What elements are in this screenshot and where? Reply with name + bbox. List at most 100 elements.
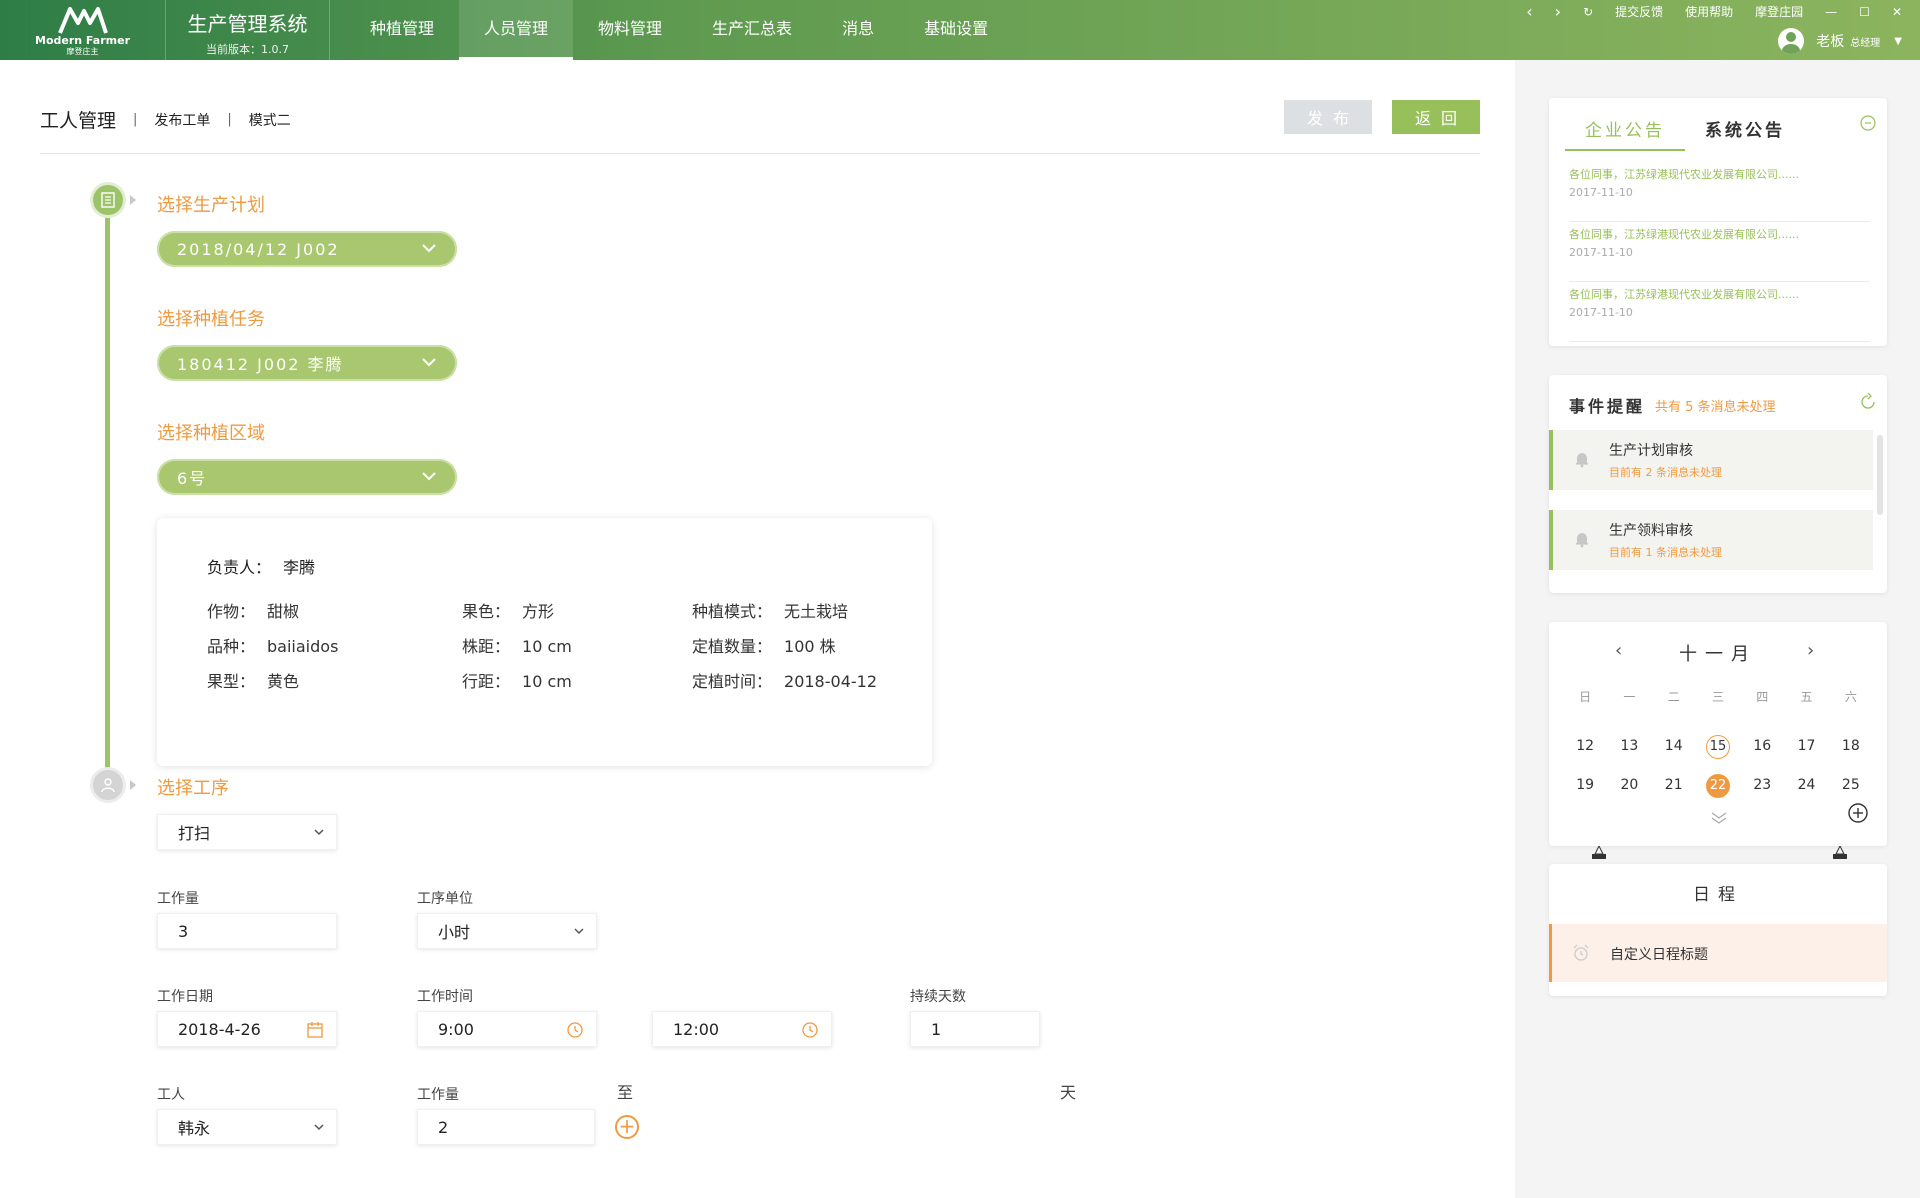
- notice-date: 2017-11-10: [1569, 246, 1633, 259]
- worker-load-input[interactable]: 2: [417, 1109, 595, 1145]
- avatar[interactable]: [1778, 28, 1805, 54]
- nav-messages[interactable]: 消息: [817, 0, 899, 60]
- info-value: 10 cm: [522, 672, 572, 691]
- calendar-day[interactable]: 23: [1740, 773, 1784, 797]
- user-dropdown-icon[interactable]: ▼: [1894, 36, 1902, 47]
- schedule-item[interactable]: 自定义日程标题: [1549, 924, 1887, 982]
- notice-list: 各位同事，江苏绿港现代农业发展有限公司...... 2017-11-10 各位同…: [1569, 162, 1869, 342]
- events-card: 事件提醒 共有 5 条消息未处理 生产计划审核 目前有 2 条消息未处理 生产领…: [1549, 375, 1887, 593]
- close-icon[interactable]: ✕: [1892, 5, 1902, 19]
- info-key: 果型：: [207, 672, 256, 691]
- forward-arrow-icon[interactable]: ›: [1555, 2, 1561, 21]
- calendar-day[interactable]: 25: [1829, 773, 1873, 797]
- plan-section-title: 选择生产计划: [157, 195, 265, 216]
- minimize-icon[interactable]: —: [1825, 5, 1837, 19]
- info-key: 定植数量：: [692, 637, 773, 656]
- refresh-icon[interactable]: ↻: [1583, 5, 1593, 19]
- nav-settings[interactable]: 基础设置: [899, 0, 1013, 60]
- back-arrow-icon[interactable]: ‹: [1526, 2, 1532, 21]
- calendar-day[interactable]: 17: [1784, 734, 1828, 758]
- calendar-week: 12 13 14 15 16 17 18: [1563, 734, 1873, 759]
- tab-company-notice[interactable]: 企业公告: [1565, 116, 1685, 151]
- event-item[interactable]: 生产计划审核 目前有 2 条消息未处理: [1549, 430, 1873, 490]
- farm-link[interactable]: 摩登庄园: [1755, 3, 1803, 20]
- calendar-day-selected[interactable]: 22: [1696, 773, 1740, 798]
- info-key: 作物：: [207, 602, 256, 621]
- maximize-icon[interactable]: ☐: [1859, 5, 1870, 19]
- unit-select[interactable]: 小时: [417, 913, 597, 949]
- calendar-day[interactable]: 18: [1829, 734, 1873, 758]
- notice-card: 企业公告 系统公告 各位同事，江苏绿港现代农业发展有限公司...... 2017…: [1549, 98, 1887, 346]
- breadcrumb-mode: 模式二: [248, 112, 291, 129]
- info-value: 10 cm: [522, 637, 572, 656]
- start-time-value: 9:00: [438, 1019, 474, 1039]
- chevron-down-icon: [422, 244, 436, 253]
- help-link[interactable]: 使用帮助: [1685, 3, 1733, 20]
- breadcrumb-publish-order[interactable]: 发布工单: [154, 110, 210, 130]
- nav-production-summary[interactable]: 生产汇总表: [687, 0, 817, 60]
- list-item[interactable]: 各位同事，江苏绿港现代农业发展有限公司...... 2017-11-10: [1569, 222, 1869, 282]
- feedback-link[interactable]: 提交反馈: [1615, 3, 1663, 20]
- expand-calendar-icon[interactable]: [1709, 810, 1729, 826]
- nav-personnel[interactable]: 人员管理: [459, 0, 574, 60]
- calendar-day[interactable]: 21: [1652, 773, 1696, 797]
- weekday: 三: [1711, 690, 1724, 704]
- task-select-value: 180412 J002 李腾: [177, 355, 344, 374]
- logo-text-cn: 摩登庄主: [66, 46, 99, 56]
- info-crop: 作物： 甜椒: [207, 598, 299, 622]
- workload-input[interactable]: 3: [157, 913, 337, 949]
- plan-select[interactable]: 2018/04/12 J002: [157, 231, 457, 267]
- clock-icon[interactable]: [801, 1021, 819, 1039]
- calendar-day[interactable]: 12: [1563, 734, 1607, 758]
- worker-value: 韩永: [178, 1119, 211, 1138]
- nav-materials[interactable]: 物料管理: [573, 0, 687, 60]
- event-count: 目前有 1 条消息未处理: [1609, 546, 1722, 559]
- end-time-value: 12:00: [673, 1019, 720, 1039]
- process-select[interactable]: 打扫: [157, 814, 337, 850]
- tab-system-notice[interactable]: 系统公告: [1685, 116, 1805, 151]
- area-select[interactable]: 6号: [157, 459, 457, 495]
- nav-planting[interactable]: 种植管理: [345, 0, 459, 60]
- calendar-day-today[interactable]: 15: [1696, 734, 1740, 759]
- date-label: 工作日期: [157, 989, 213, 1005]
- add-schedule-icon[interactable]: [1847, 802, 1869, 824]
- system-version: 当前版本：1.0.7: [206, 43, 289, 56]
- scrollbar[interactable]: [1877, 435, 1883, 515]
- area-info-card: 负责人： 李腾 作物： 甜椒 果色： 方形 种植模式： 无土栽培 品种： baiiaido…: [157, 518, 932, 766]
- info-value: 黄色: [267, 672, 300, 691]
- calendar-day[interactable]: 19: [1563, 773, 1607, 797]
- back-button[interactable]: 返回: [1392, 100, 1480, 134]
- date-input[interactable]: 2018-4-26: [157, 1011, 337, 1047]
- calendar-icon[interactable]: [306, 1021, 324, 1039]
- calendar-card: ‹ 十一月 › 日 一 二 三 四 五 六 12 13 14 15 16 17 …: [1549, 622, 1887, 846]
- start-time-input[interactable]: 9:00: [417, 1011, 597, 1047]
- calendar-day[interactable]: 20: [1607, 773, 1651, 797]
- calendar-day[interactable]: 24: [1784, 773, 1828, 797]
- calendar-day[interactable]: 13: [1607, 734, 1651, 758]
- list-item[interactable]: 各位同事，江苏绿港现代农业发展有限公司...... 2017-11-10: [1569, 162, 1869, 222]
- end-time-input[interactable]: 12:00: [652, 1011, 832, 1047]
- owner-value: 李腾: [283, 558, 316, 577]
- clock-icon[interactable]: [566, 1021, 584, 1039]
- worker-select[interactable]: 韩永: [157, 1109, 337, 1145]
- event-count: 目前有 2 条消息未处理: [1609, 466, 1722, 479]
- window-toolbar: ‹ › ↻ 提交反馈 使用帮助 摩登庄园 — ☐ ✕: [1504, 2, 1902, 21]
- info-plant-spacing: 株距： 10 cm: [462, 633, 572, 657]
- person-icon: [101, 778, 115, 793]
- list-item[interactable]: 各位同事，江苏绿港现代农业发展有限公司...... 2017-11-10: [1569, 282, 1869, 342]
- user-menu[interactable]: 老板 总经理 ▼: [1778, 28, 1902, 54]
- refresh-icon[interactable]: [1859, 393, 1877, 411]
- more-icon[interactable]: [1859, 114, 1877, 132]
- event-name: 生产领料审核: [1609, 523, 1693, 539]
- task-select[interactable]: 180412 J002 李腾: [157, 345, 457, 381]
- weekday: 二: [1667, 690, 1680, 704]
- next-month-button[interactable]: ›: [1807, 640, 1814, 661]
- events-title: 事件提醒: [1569, 397, 1646, 416]
- calendar-day[interactable]: 14: [1652, 734, 1696, 758]
- publish-button[interactable]: 发布: [1284, 100, 1372, 134]
- event-item[interactable]: 生产领料审核 目前有 1 条消息未处理: [1549, 510, 1873, 570]
- calendar-day[interactable]: 16: [1740, 734, 1784, 758]
- weekday: 五: [1800, 690, 1813, 704]
- add-worker-button[interactable]: +: [615, 1115, 639, 1139]
- days-input[interactable]: 1: [910, 1011, 1040, 1047]
